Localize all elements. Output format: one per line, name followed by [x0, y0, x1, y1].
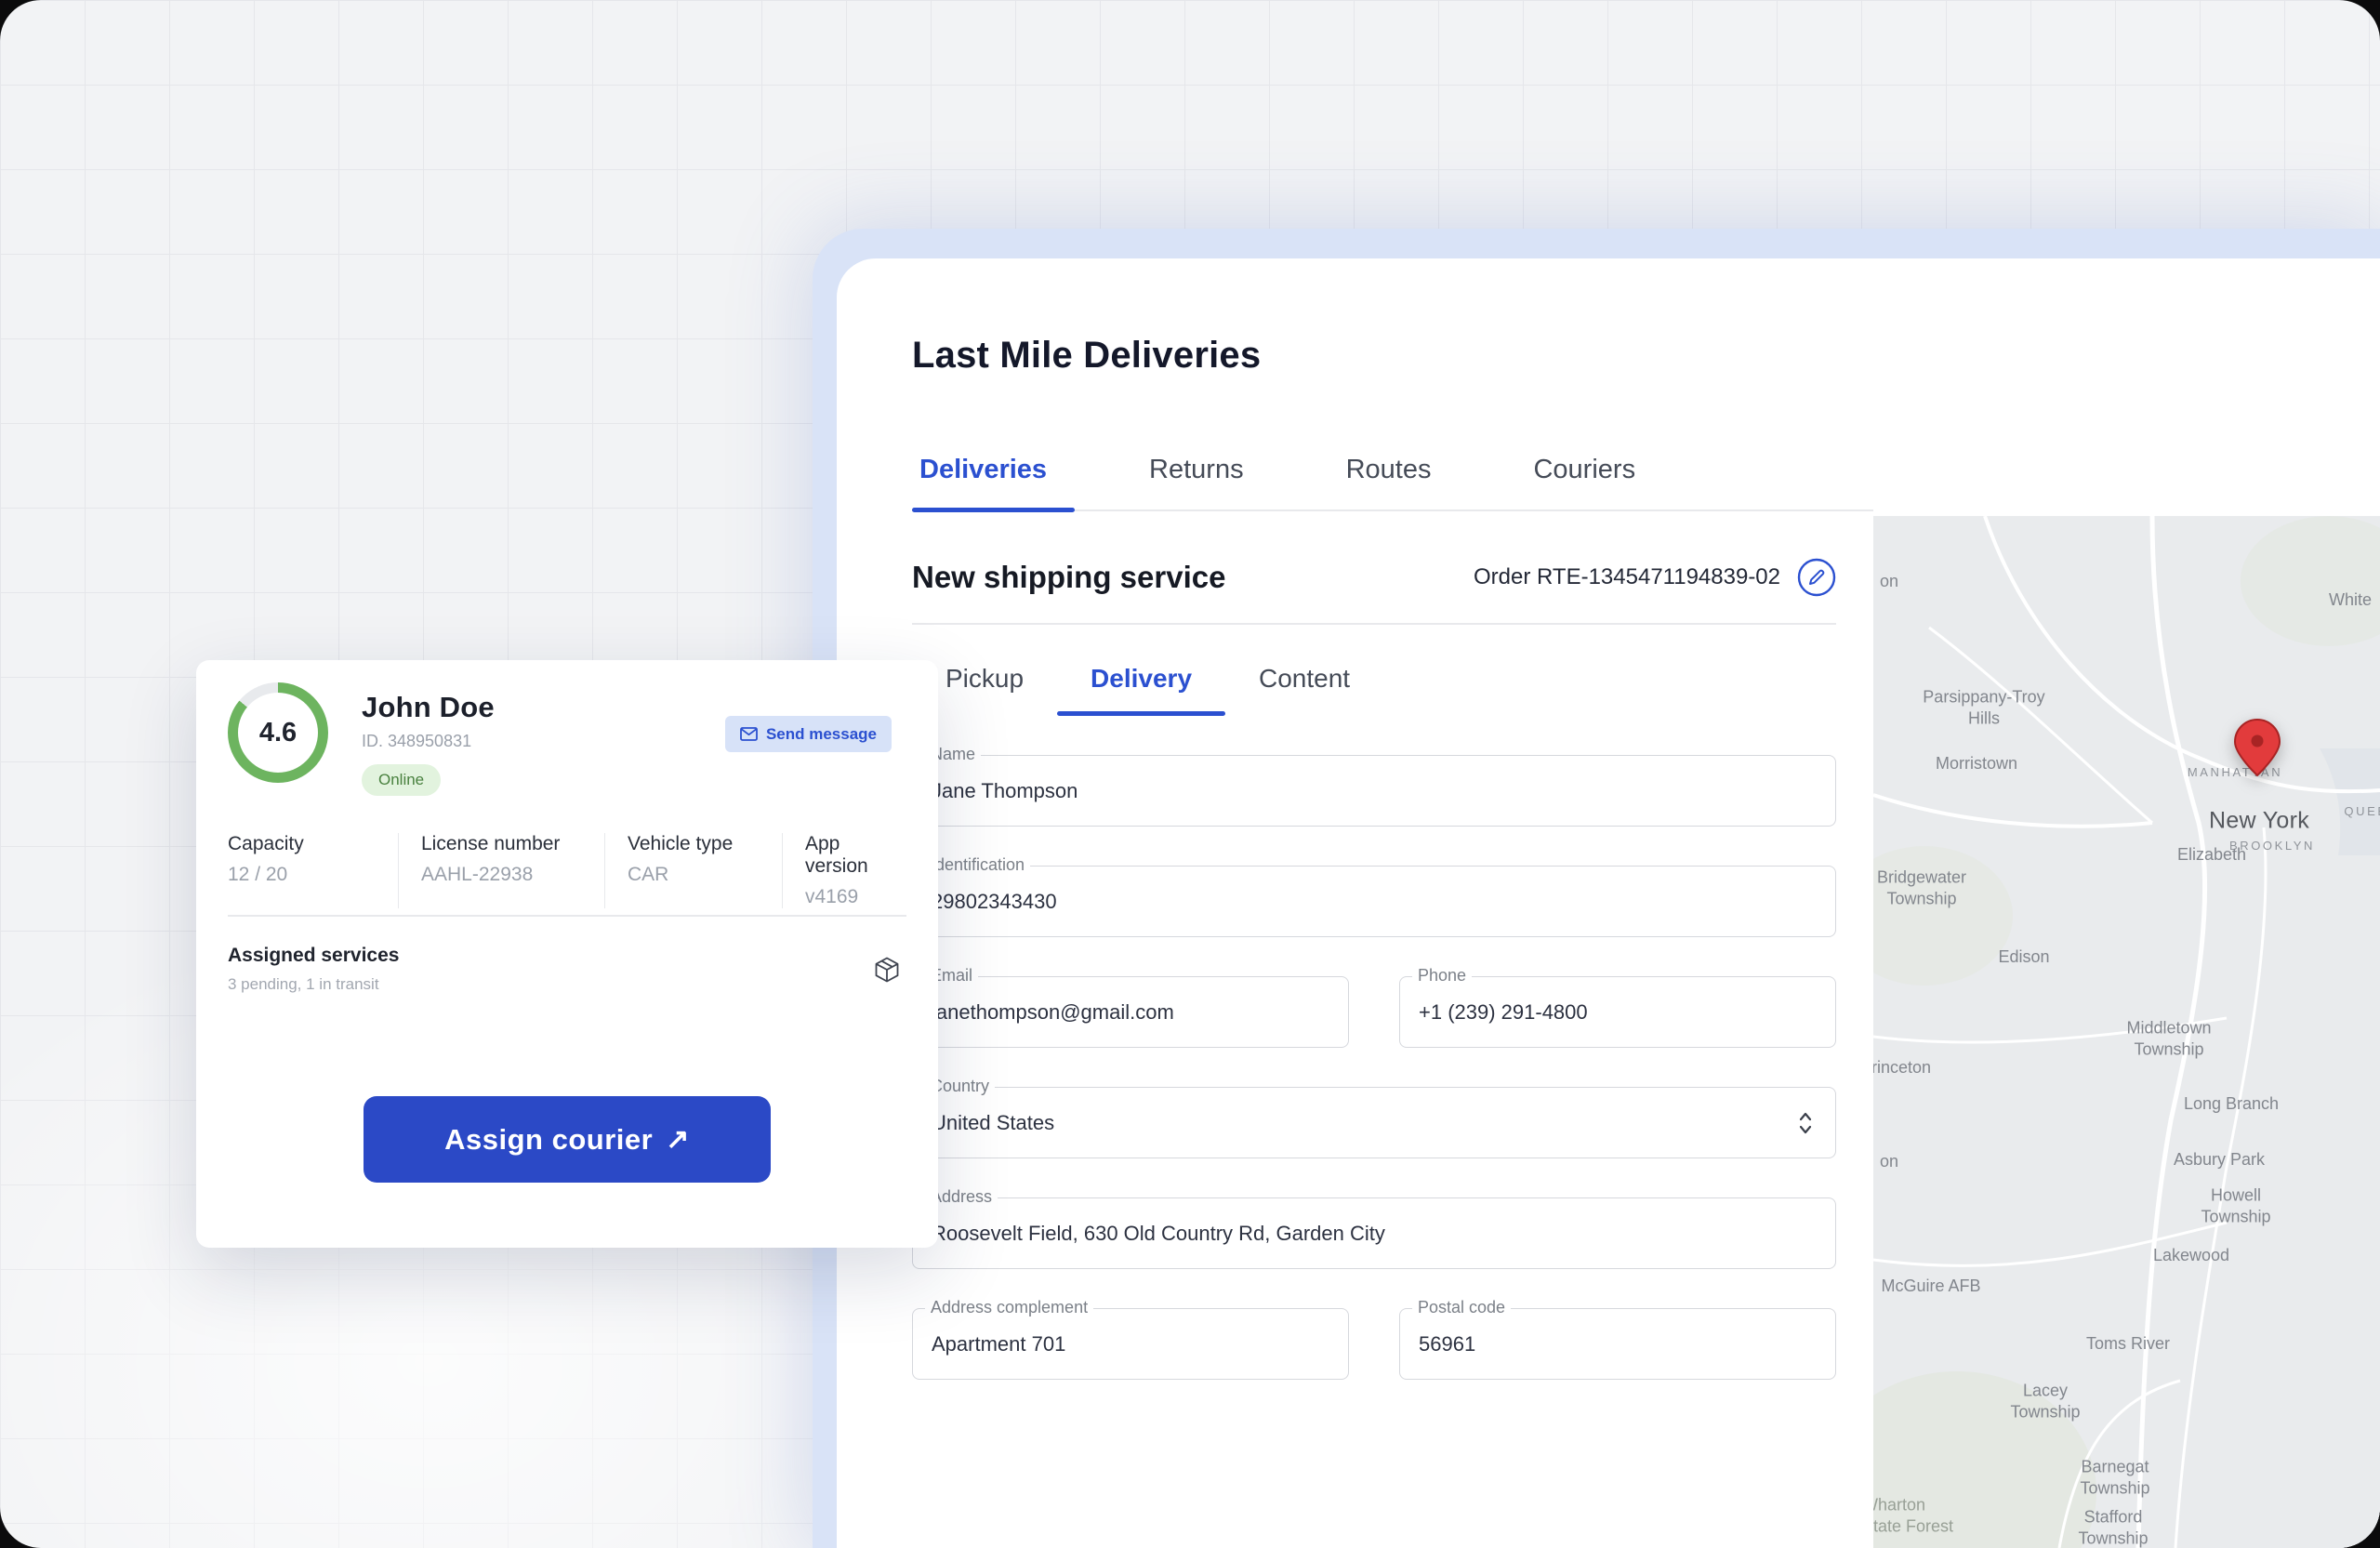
assigned-services: Assigned services 3 pending, 1 in transi…: [228, 945, 399, 994]
pencil-edit-icon: [1797, 558, 1836, 597]
courier-header: John Doe ID. 348950831 Online: [362, 691, 495, 796]
assigned-services-title: Assigned services: [228, 945, 399, 967]
stat-app-version: App version v4169: [782, 833, 906, 908]
map-place-label: Long Branch: [2184, 1093, 2279, 1115]
map-place-label: Edison: [1998, 946, 2049, 968]
identification-label: Identification: [925, 855, 1030, 875]
email-field: Email: [912, 976, 1349, 1048]
rating-value: 4.6: [238, 693, 318, 773]
email-input[interactable]: [912, 976, 1349, 1048]
online-status-badge: Online: [362, 764, 441, 796]
assign-courier-button[interactable]: Assign courier ↗: [364, 1096, 771, 1183]
name-input[interactable]: [912, 755, 1836, 827]
tab-routes[interactable]: Routes: [1318, 455, 1460, 509]
stat-label: Capacity: [228, 833, 389, 855]
phone-input[interactable]: [1399, 976, 1836, 1048]
edit-order-button[interactable]: [1797, 558, 1836, 597]
main-tabs: Deliveries Returns Routes Couriers: [912, 455, 1873, 511]
complement-postal-row: Address complement Postal code: [912, 1308, 1836, 1380]
country-select[interactable]: [912, 1087, 1836, 1158]
rating-ring: 4.6: [228, 682, 328, 783]
stat-value: 12 / 20: [228, 864, 389, 886]
map-place-label: Bridgewater Township: [1877, 867, 1966, 909]
tab-deliveries[interactable]: Deliveries: [912, 455, 1075, 509]
tab-returns[interactable]: Returns: [1121, 455, 1272, 509]
postal-code-field: Postal code: [1399, 1308, 1836, 1380]
map-place-label: Lacey Township: [2010, 1381, 2080, 1422]
stat-vehicle-type: Vehicle type CAR: [604, 833, 782, 908]
screen: Last Mile Deliveries Deliveries Returns …: [0, 0, 2380, 1548]
email-phone-row: Email Phone: [912, 976, 1836, 1048]
section-divider: [912, 623, 1836, 625]
map-place-label: Middletown Township: [2126, 1018, 2211, 1060]
address-field: Address: [912, 1197, 1836, 1269]
arrow-up-right-icon: ↗: [666, 1123, 690, 1156]
phone-label: Phone: [1412, 966, 1472, 986]
map-place-label: Princeton: [1873, 1057, 1931, 1078]
order-reference: Order RTE-1345471194839-02: [1474, 564, 1780, 590]
map-place-label: White: [2329, 589, 2372, 611]
send-message-label: Send message: [766, 725, 877, 744]
map-pin-icon[interactable]: [2234, 719, 2281, 776]
map-place-label: Morristown: [1936, 753, 2017, 774]
map-place-label: Barnegat Township: [2080, 1457, 2149, 1499]
assign-courier-label: Assign courier: [444, 1123, 653, 1157]
stat-license-number: License number AAHL-22938: [398, 833, 604, 908]
assigned-services-subtitle: 3 pending, 1 in transit: [228, 975, 399, 994]
stat-label: App version: [805, 833, 897, 878]
map-place-label: on: [1880, 571, 1898, 592]
main-content: Last Mile Deliveries Deliveries Returns …: [912, 258, 1836, 1380]
phone-field: Phone: [1399, 976, 1836, 1048]
map-place-label: on: [1880, 1151, 1898, 1172]
card-divider: [228, 915, 906, 917]
subtab-content[interactable]: Content: [1225, 632, 1383, 716]
courier-id: ID. 348950831: [362, 732, 495, 751]
section-title: New shipping service: [912, 560, 1225, 595]
map-place-label: Stafford Township: [2078, 1507, 2148, 1548]
page-title: Last Mile Deliveries: [912, 335, 1836, 377]
postal-code-label: Postal code: [1412, 1298, 1511, 1317]
map-place-label: Lakewood: [2153, 1245, 2229, 1266]
postal-code-input[interactable]: [1399, 1308, 1836, 1380]
map-place-label: Toms River: [2086, 1333, 2170, 1355]
stat-capacity: Capacity 12 / 20: [228, 833, 398, 908]
courier-card: 4.6 John Doe ID. 348950831 Online Send m…: [196, 660, 938, 1248]
map[interactable]: onWhiteParsippany-Troy HillsMorristownMA…: [1873, 516, 2380, 1548]
envelope-icon: [740, 727, 758, 741]
subtab-delivery[interactable]: Delivery: [1057, 632, 1225, 716]
stat-value: CAR: [628, 864, 773, 886]
order-ref-group: Order RTE-1345471194839-02: [1474, 558, 1836, 597]
address-input[interactable]: [912, 1197, 1836, 1269]
order-subtabs: Pickup Delivery Content: [912, 632, 1836, 716]
address-complement-label: Address complement: [925, 1298, 1093, 1317]
map-place-label: QUEE: [2344, 804, 2380, 819]
country-field: Country: [912, 1087, 1836, 1158]
identification-field: Identification: [912, 866, 1836, 937]
address-complement-field: Address complement: [912, 1308, 1349, 1380]
map-place-label: Asbury Park: [2174, 1149, 2265, 1171]
map-place-label: Parsippany-Troy Hills: [1923, 687, 2044, 729]
map-place-label: McGuire AFB: [1881, 1276, 1980, 1297]
courier-name: John Doe: [362, 691, 495, 724]
courier-stats: Capacity 12 / 20 License number AAHL-229…: [228, 833, 906, 908]
stat-value: v4169: [805, 886, 897, 908]
map-place-label: Howell Township: [2201, 1185, 2270, 1227]
identification-input[interactable]: [912, 866, 1836, 937]
tab-couriers[interactable]: Couriers: [1505, 455, 1663, 509]
stat-value: AAHL-22938: [421, 864, 595, 886]
name-field: Name: [912, 755, 1836, 827]
map-place-label: Wharton State Forest: [1873, 1495, 1953, 1537]
address-complement-input[interactable]: [912, 1308, 1349, 1380]
main-panel: Last Mile Deliveries Deliveries Returns …: [837, 258, 2380, 1548]
send-message-button[interactable]: Send message: [725, 716, 892, 752]
map-place-label: New York: [2209, 806, 2309, 835]
stat-label: Vehicle type: [628, 833, 773, 855]
map-labels: onWhiteParsippany-Troy HillsMorristownMA…: [1873, 516, 2380, 1548]
package-icon: [873, 956, 901, 984]
order-header-row: New shipping service Order RTE-134547119…: [912, 558, 1836, 597]
map-place-label: Elizabeth: [2177, 844, 2246, 866]
stat-label: License number: [421, 833, 595, 855]
